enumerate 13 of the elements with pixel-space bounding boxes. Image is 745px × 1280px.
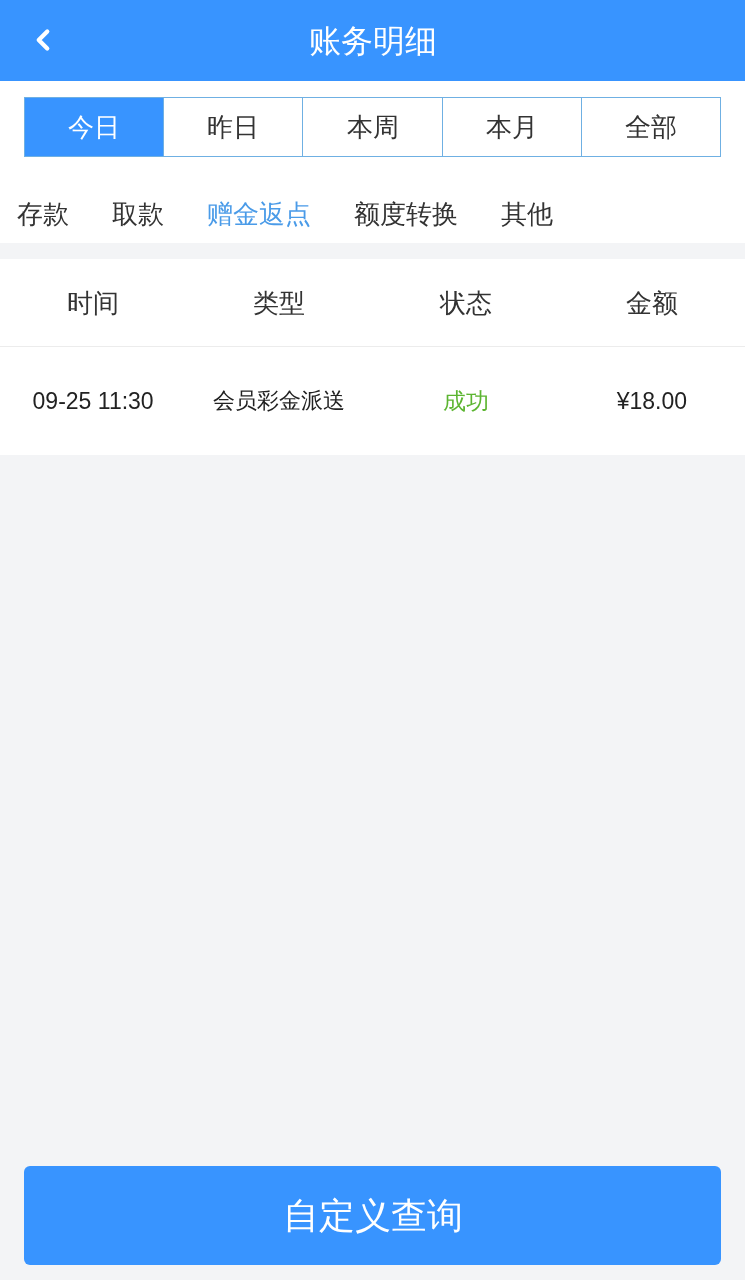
table-cell: ¥18.00 xyxy=(616,389,688,413)
table-cell: 09-25 11:30 xyxy=(32,389,154,413)
category-tab[interactable]: 取款 xyxy=(112,201,164,227)
category-tab[interactable]: 存款 xyxy=(17,201,69,227)
column-header: 金额 xyxy=(625,289,678,316)
category-tab[interactable]: 额度转换 xyxy=(354,201,458,227)
status-text: 成功 xyxy=(442,389,489,413)
table-cell: 会员彩金派送 xyxy=(213,390,346,412)
page-title: 账务明细 xyxy=(308,24,437,57)
column-header: 时间 xyxy=(67,289,120,316)
category-tab[interactable]: 其他 xyxy=(501,201,553,227)
column-header: 类型 xyxy=(253,289,306,316)
column-header: 状态 xyxy=(439,289,492,316)
